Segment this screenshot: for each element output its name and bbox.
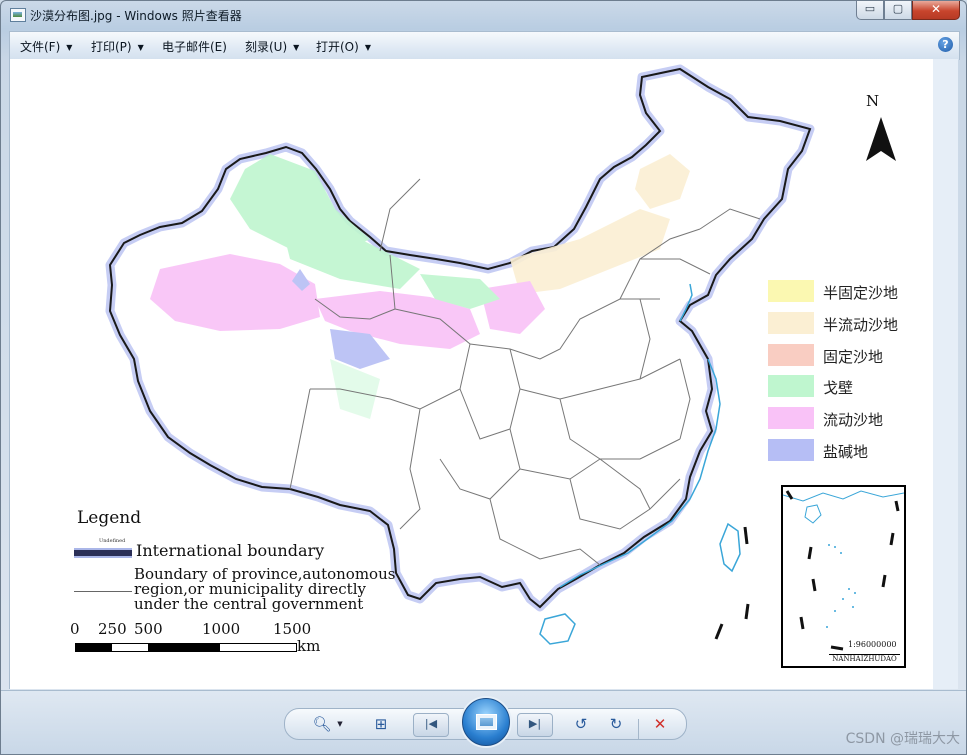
slideshow-button[interactable]	[462, 698, 510, 746]
previous-button[interactable]: |◀	[413, 713, 449, 737]
scale-label-500: 500	[134, 620, 163, 638]
inset-name: NANHAIZHUDAO	[829, 654, 900, 664]
menu-print-label: 打印(P)	[91, 40, 132, 54]
photo-viewer-app-icon[interactable]	[10, 8, 26, 22]
window-title: 沙漠分布图.jpg - Windows 照片查看器	[30, 9, 242, 23]
key-swatch	[768, 344, 814, 366]
rotate-clockwise-icon[interactable]: ↻	[603, 713, 629, 735]
next-icon: ▶|	[528, 717, 542, 730]
scale-label-1000: 1000	[202, 620, 241, 638]
zoom-icon[interactable]: 🔍︎	[309, 713, 335, 735]
north-label: N	[866, 92, 880, 110]
scale-bar	[75, 643, 297, 652]
key-label: 盐碱地	[823, 443, 869, 461]
key-label: 半流动沙地	[823, 316, 899, 334]
province-boundary-symbol	[74, 591, 132, 592]
menu-bar: 文件(F) ▼ 打印(P) ▼ 电子邮件(E) 刻录(U) ▼ 打开(O) ▼ ?	[9, 31, 960, 60]
help-icon[interactable]: ?	[938, 37, 953, 52]
slideshow-icon	[476, 714, 497, 730]
watermark: CSDN @瑞瑞大大	[845, 731, 960, 747]
close-button[interactable]: ✕	[912, 1, 960, 20]
menu-email-label: 电子邮件(E)	[162, 40, 227, 54]
actual-size-icon[interactable]: ⊞	[368, 713, 394, 735]
minimize-icon: ▭	[864, 2, 876, 15]
key-swatch	[768, 439, 814, 461]
province-boundary-label: Boundary of province,autonomous region,o…	[134, 565, 396, 613]
key-swatch	[768, 280, 814, 302]
toolbar-separator	[638, 719, 639, 739]
taiwan-island	[719, 522, 741, 573]
key-label: 半固定沙地	[823, 284, 899, 302]
scale-unit: km	[297, 637, 321, 655]
hainan-island	[539, 613, 576, 645]
chevron-down-icon: ▼	[137, 43, 144, 52]
scale-label-1500: 1500	[273, 620, 312, 638]
chevron-down-icon: ▼	[364, 43, 371, 52]
legend-title: Legend	[77, 508, 142, 528]
viewer-right-margin	[933, 59, 958, 689]
menu-burn-label: 刻录(U)	[245, 40, 288, 54]
key-label: 流动沙地	[823, 411, 884, 429]
inset-scale: 1:96000000	[848, 640, 897, 649]
north-arrow	[866, 117, 896, 161]
menu-email[interactable]: 电子邮件(E)	[162, 38, 227, 55]
scale-segment	[148, 644, 220, 651]
menu-file[interactable]: 文件(F) ▼	[20, 38, 72, 55]
menu-open[interactable]: 打开(O) ▼	[316, 38, 371, 55]
scale-label-250: 250	[98, 620, 127, 638]
chevron-down-icon: ▼	[66, 43, 73, 52]
scale-label-0: 0	[70, 620, 80, 638]
menu-open-label: 打开(O)	[316, 40, 359, 54]
minimize-button[interactable]: ▭	[856, 1, 884, 20]
key-swatch	[768, 312, 814, 334]
menu-file-label: 文件(F)	[20, 40, 61, 54]
rotate-counterclockwise-icon[interactable]: ↺	[568, 713, 594, 735]
previous-icon: |◀	[424, 717, 438, 730]
close-icon: ✕	[930, 2, 942, 16]
chevron-down-icon[interactable]: ▼	[335, 713, 345, 735]
scale-segment	[76, 644, 112, 651]
key-label: 固定沙地	[823, 348, 884, 366]
delete-icon[interactable]: ✕	[647, 713, 673, 735]
window-controls: ▭ ▢ ✕	[856, 1, 960, 21]
scale-labels: 0 250 500 1000 1500	[70, 620, 330, 638]
international-boundary-label: International boundary	[136, 541, 325, 560]
international-boundary-symbol	[74, 548, 132, 558]
key-swatch	[768, 407, 814, 429]
undefined-tag: Undefined	[99, 538, 126, 544]
photo-viewer-window: 沙漠分布图.jpg - Windows 照片查看器 ▭ ▢ ✕ 文件(F) ▼ 打…	[0, 0, 967, 755]
key-label: 戈壁	[823, 379, 854, 397]
title-bar: 沙漠分布图.jpg - Windows 照片查看器 ▭ ▢ ✕	[1, 1, 966, 29]
next-button[interactable]: ▶|	[517, 713, 553, 737]
menu-burn[interactable]: 刻录(U) ▼	[245, 38, 299, 55]
bottom-toolbar: 🔍︎ ▼ ⊞ |◀ ▶| ↺ ↻ ✕ CSDN @瑞瑞大大	[1, 690, 966, 754]
chevron-down-icon: ▼	[293, 43, 300, 52]
key-swatch	[768, 375, 814, 397]
maximize-icon: ▢	[892, 2, 904, 15]
image-viewport[interactable]: N Legend Undefined International boundar…	[9, 59, 933, 689]
maximize-button[interactable]: ▢	[884, 1, 912, 20]
menu-print[interactable]: 打印(P) ▼	[91, 38, 144, 55]
